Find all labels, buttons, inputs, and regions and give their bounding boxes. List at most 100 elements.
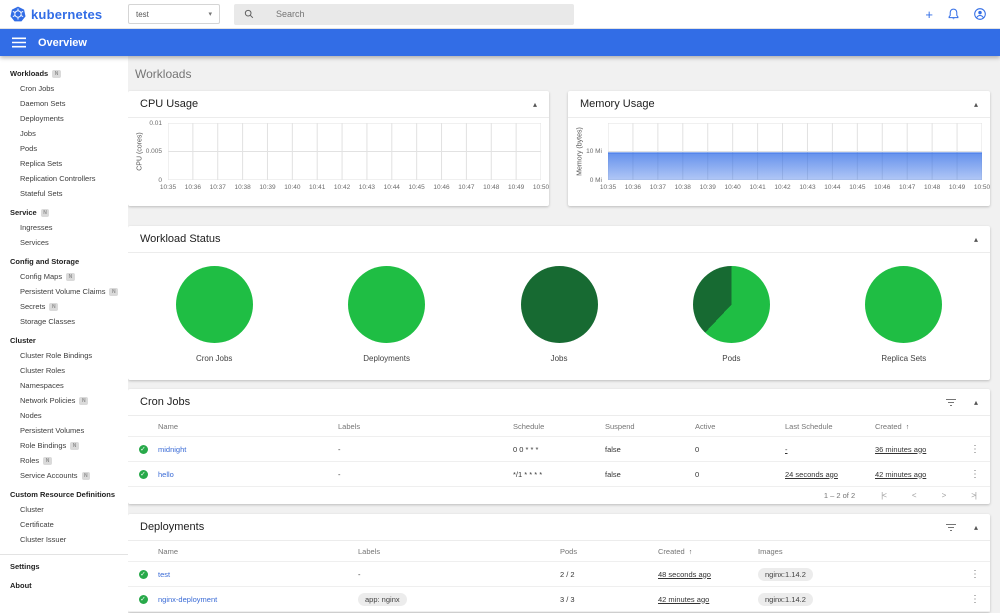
row-menu-button[interactable]: ⋮ bbox=[960, 569, 990, 580]
sidebar-item-namespaces[interactable]: Namespaces bbox=[0, 378, 128, 393]
column-header-images[interactable]: Images bbox=[758, 547, 960, 556]
notifications-bell-icon[interactable] bbox=[948, 8, 959, 20]
search-bar[interactable] bbox=[234, 3, 574, 25]
cron-card-title: Cron Jobs bbox=[140, 396, 191, 408]
column-header-pods[interactable]: Pods bbox=[560, 547, 658, 556]
sidebar-item-label: Persistent Volume Claims bbox=[20, 287, 106, 296]
sidebar-item-replication-controllers[interactable]: Replication Controllers bbox=[0, 171, 128, 186]
create-resource-button[interactable]: + bbox=[925, 8, 933, 21]
sidebar-item-custom-resource-definitions[interactable]: Custom Resource Definitions bbox=[0, 487, 128, 502]
sidebar-item-label: Cluster Roles bbox=[20, 366, 66, 375]
sidebar-item-label: About bbox=[10, 581, 32, 590]
menu-hamburger-icon[interactable] bbox=[12, 37, 26, 48]
sidebar-item-nodes[interactable]: Nodes bbox=[0, 408, 128, 423]
first-page-icon[interactable]: |< bbox=[881, 491, 887, 500]
labels-value: - bbox=[338, 469, 341, 479]
sidebar-item-replica-sets[interactable]: Replica Sets bbox=[0, 156, 128, 171]
sidebar-item-jobs[interactable]: Jobs bbox=[0, 126, 128, 141]
cpu-chart: CPU (cores) 0 0.005 0.01 10:35 10:36 10:37 10:3… bbox=[128, 118, 550, 206]
sidebar-item-roles[interactable]: Roles N bbox=[0, 453, 128, 468]
sidebar-item-stateful-sets[interactable]: Stateful Sets bbox=[0, 186, 128, 201]
memory-card-header: Memory Usage ▴ bbox=[568, 91, 990, 118]
sidebar-item-cluster-role-bindings[interactable]: Cluster Role Bindings bbox=[0, 348, 128, 363]
column-header-schedule[interactable]: Schedule bbox=[513, 422, 605, 431]
sidebar-item-storage-classes[interactable]: Storage Classes bbox=[0, 314, 128, 329]
sidebar-item-about[interactable]: About bbox=[0, 578, 128, 593]
chart-plot-area[interactable] bbox=[608, 123, 982, 180]
name-link[interactable]: midnight bbox=[158, 445, 186, 454]
namespace-select[interactable]: test ▾ bbox=[128, 4, 220, 24]
workload-pie-jobs[interactable]: Jobs bbox=[473, 253, 645, 380]
column-header-last-schedule[interactable]: Last Schedule bbox=[785, 422, 875, 431]
sidebar-item-cluster-issuer[interactable]: Cluster Issuer bbox=[0, 532, 128, 547]
sidebar-item-deployments[interactable]: Deployments bbox=[0, 111, 128, 126]
workload-pie-pods[interactable]: Pods bbox=[645, 253, 817, 380]
sidebar-item-cluster[interactable]: Cluster bbox=[0, 333, 128, 348]
next-page-icon[interactable]: > bbox=[942, 491, 947, 500]
row-menu-button[interactable]: ⋮ bbox=[960, 594, 990, 605]
sidebar-item-label: Persistent Volumes bbox=[20, 426, 85, 435]
column-header-name[interactable]: Name bbox=[158, 422, 338, 431]
workload-pie-replica-sets[interactable]: Replica Sets bbox=[818, 253, 990, 380]
cron-table-header: Name Labels Schedule Suspend Active Last Sche… bbox=[128, 416, 990, 437]
x-tick-label: 10:43 bbox=[799, 184, 816, 191]
sidebar-item-role-bindings[interactable]: Role Bindings N bbox=[0, 438, 128, 453]
created-cell: 36 minutes ago bbox=[875, 445, 960, 454]
sidebar-item-persistent-volume-claims[interactable]: Persistent Volume Claims N bbox=[0, 284, 128, 299]
sidebar-item-certificate[interactable]: Certificate bbox=[0, 517, 128, 532]
name-link[interactable]: hello bbox=[158, 470, 174, 479]
collapse-icon[interactable]: ▴ bbox=[974, 235, 978, 244]
account-icon[interactable] bbox=[974, 8, 986, 20]
page-title: Workloads bbox=[135, 67, 192, 81]
search-input[interactable] bbox=[274, 8, 564, 20]
sidebar-item-cron-jobs[interactable]: Cron Jobs bbox=[0, 81, 128, 96]
sidebar-item-config-and-storage[interactable]: Config and Storage bbox=[0, 254, 128, 269]
workload-pie-cron-jobs[interactable]: Cron Jobs bbox=[128, 253, 300, 380]
sidebar-item-daemon-sets[interactable]: Daemon Sets bbox=[0, 96, 128, 111]
workload-pie-deployments[interactable]: Deployments bbox=[300, 253, 472, 380]
prev-page-icon[interactable]: < bbox=[912, 491, 917, 500]
sidebar-item-ingresses[interactable]: Ingresses bbox=[0, 220, 128, 235]
collapse-icon[interactable]: ▴ bbox=[974, 100, 978, 109]
name-link[interactable]: nginx-deployment bbox=[158, 595, 217, 604]
sidebar-item-cluster[interactable]: Cluster bbox=[0, 502, 128, 517]
deployments-card-header: Deployments ▴ bbox=[128, 514, 990, 541]
created-value: 42 minutes ago bbox=[658, 594, 710, 604]
row-menu-button[interactable]: ⋮ bbox=[960, 469, 990, 480]
chart-plot-area[interactable] bbox=[168, 123, 541, 180]
sidebar-item-services[interactable]: Services bbox=[0, 235, 128, 250]
column-header-name[interactable]: Name bbox=[158, 547, 358, 556]
sidebar-item-persistent-volumes[interactable]: Persistent Volumes bbox=[0, 423, 128, 438]
sidebar-item-config-maps[interactable]: Config Maps N bbox=[0, 269, 128, 284]
sidebar-item-secrets[interactable]: Secrets N bbox=[0, 299, 128, 314]
namespaced-badge: N bbox=[79, 396, 89, 405]
column-header-created[interactable]: Created ↑ bbox=[658, 547, 758, 556]
column-header-active[interactable]: Active bbox=[695, 422, 785, 431]
column-header-labels[interactable]: Labels bbox=[358, 547, 560, 556]
collapse-icon[interactable]: ▴ bbox=[533, 100, 537, 109]
filter-icon[interactable] bbox=[945, 398, 957, 407]
name-link[interactable]: test bbox=[158, 570, 170, 579]
sidebar-item-service-accounts[interactable]: Service Accounts N bbox=[0, 468, 128, 483]
sort-asc-icon[interactable]: ↑ bbox=[689, 549, 693, 556]
sidebar-item-network-policies[interactable]: Network Policies N bbox=[0, 393, 128, 408]
column-header-labels[interactable]: Labels bbox=[338, 422, 513, 431]
sidebar-item-pods[interactable]: Pods bbox=[0, 141, 128, 156]
filter-icon[interactable] bbox=[945, 523, 957, 532]
column-header-created[interactable]: Created ↑ bbox=[875, 422, 960, 431]
sidebar-item-label: Cluster bbox=[10, 336, 36, 345]
sidebar-item-workloads[interactable]: Workloads N bbox=[0, 66, 128, 81]
sidebar-item-service[interactable]: Service N bbox=[0, 205, 128, 220]
sort-asc-icon[interactable]: ↑ bbox=[906, 424, 910, 431]
x-tick-label: 10:41 bbox=[749, 184, 766, 191]
last-page-icon[interactable]: >| bbox=[971, 491, 977, 500]
row-menu-button[interactable]: ⋮ bbox=[960, 444, 990, 455]
sidebar-item-label: Nodes bbox=[20, 411, 42, 420]
sidebar-item-settings[interactable]: Settings bbox=[0, 559, 128, 574]
sidebar-item-cluster-roles[interactable]: Cluster Roles bbox=[0, 363, 128, 378]
kubernetes-logo[interactable]: kubernetes bbox=[10, 6, 120, 22]
column-header-suspend[interactable]: Suspend bbox=[605, 422, 695, 431]
collapse-icon[interactable]: ▴ bbox=[974, 398, 978, 407]
collapse-icon[interactable]: ▴ bbox=[974, 523, 978, 532]
sidebar-item-label: Replica Sets bbox=[20, 159, 63, 168]
